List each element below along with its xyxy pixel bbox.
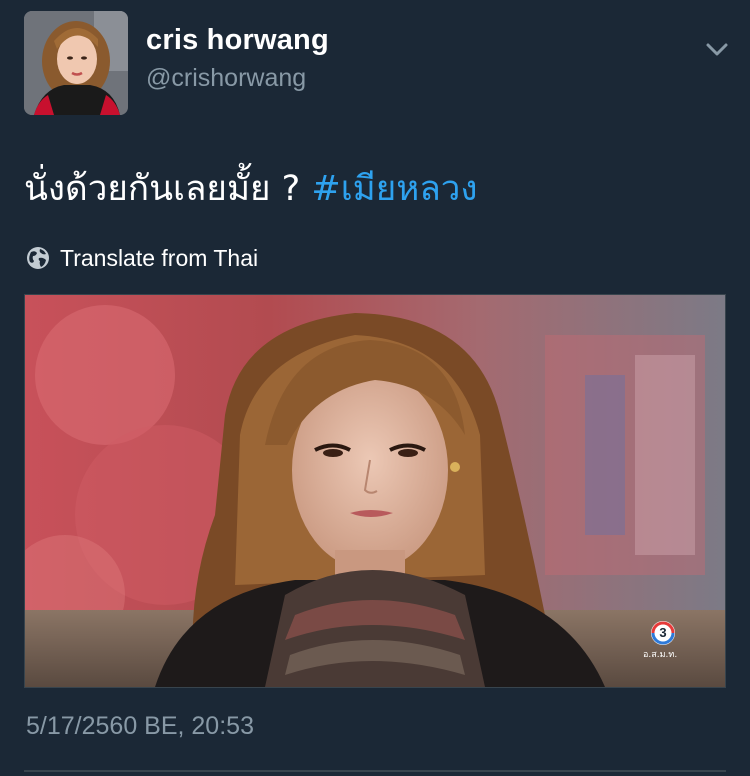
tweet-body: นั่งด้วยกันเลยมั้ย ? bbox=[24, 169, 301, 209]
translate-button[interactable]: Translate from Thai bbox=[26, 243, 258, 273]
translate-label: Translate from Thai bbox=[60, 244, 259, 271]
channel-caption: อ.ส.ม.ท. bbox=[643, 650, 678, 660]
avatar-image bbox=[24, 11, 128, 115]
tweet-media[interactable]: 3 อ.ส.ม.ท. bbox=[24, 294, 726, 688]
channel-logo-number: 3 bbox=[659, 625, 667, 640]
divider bbox=[24, 770, 726, 772]
media-image bbox=[25, 295, 725, 687]
globe-icon bbox=[27, 247, 49, 269]
timestamp: 5/17/2560 BE, 20:53 bbox=[26, 712, 254, 740]
tweet-text: นั่งด้วยกันเลยมั้ย ? #เมียหลวง bbox=[24, 166, 478, 212]
user-handle[interactable]: @crishorwang bbox=[146, 64, 306, 93]
display-name[interactable]: cris horwang bbox=[146, 24, 329, 57]
chevron-down-icon[interactable] bbox=[702, 34, 732, 64]
hashtag-link[interactable]: #เมียหลวง bbox=[311, 169, 477, 209]
avatar[interactable] bbox=[24, 11, 128, 115]
